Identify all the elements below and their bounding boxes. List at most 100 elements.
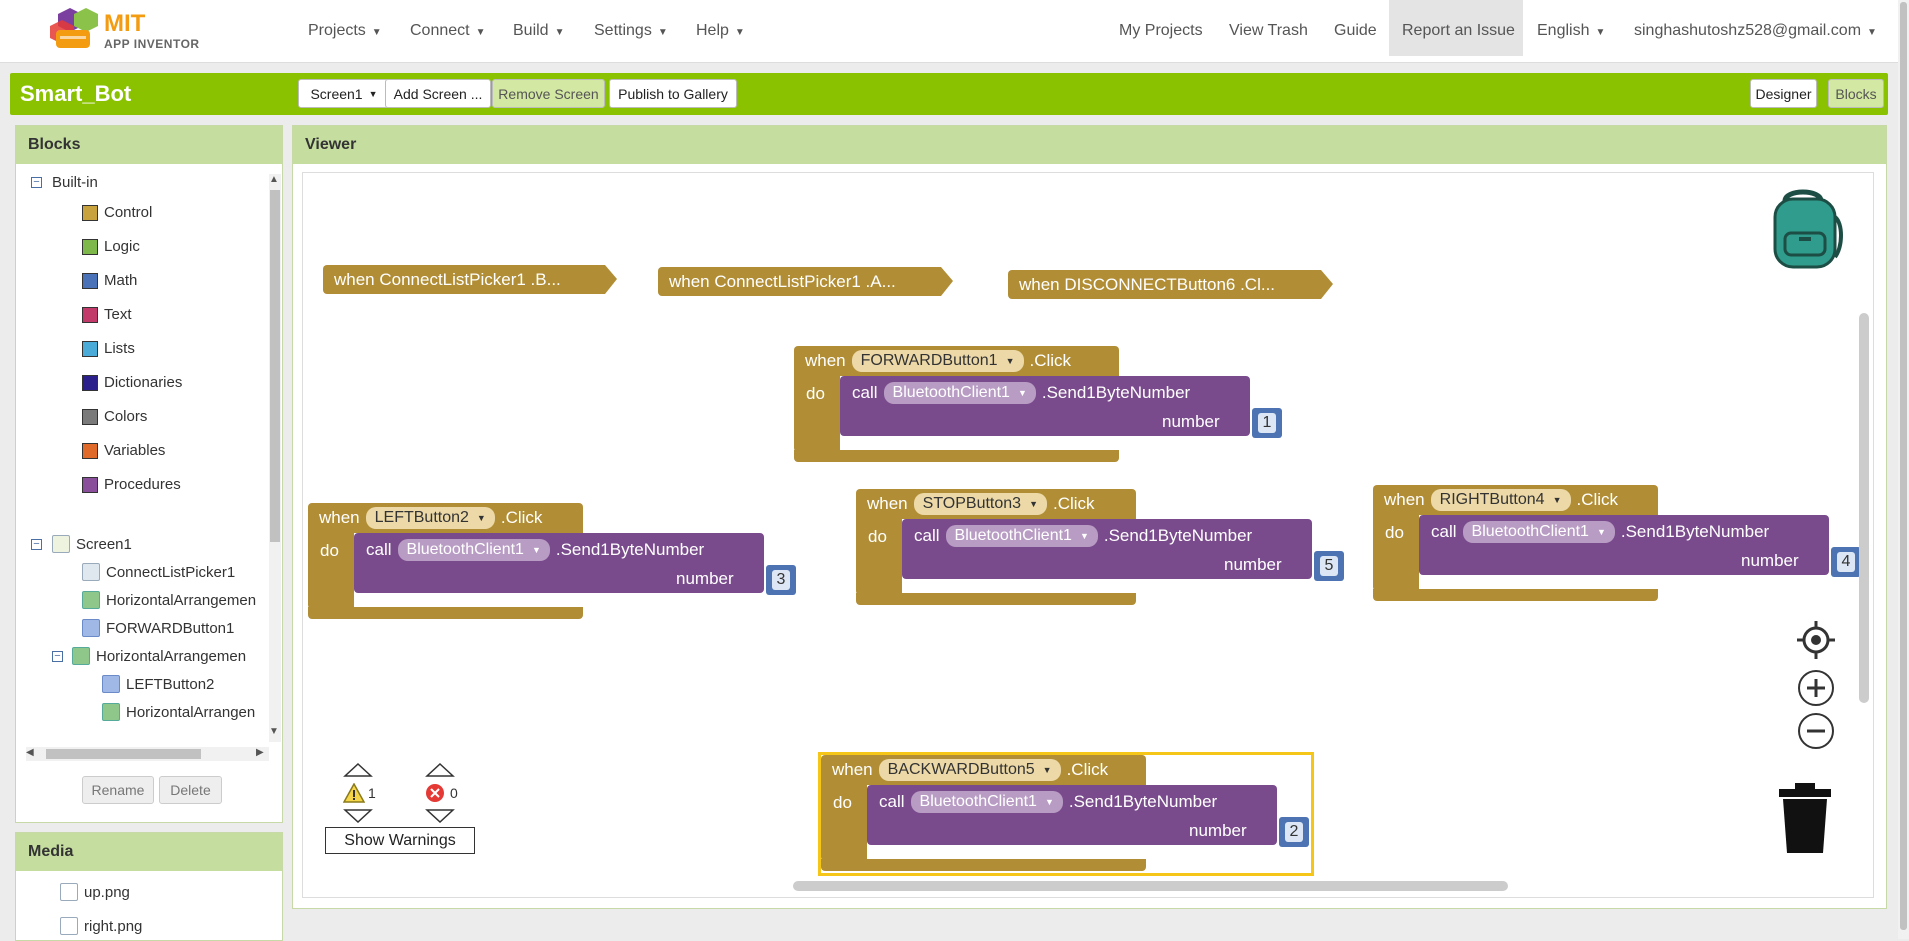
menu-help[interactable]: Help ▼: [696, 22, 745, 40]
number-value[interactable]: 1: [1258, 413, 1276, 433]
block-category-logic[interactable]: Logic: [82, 238, 140, 255]
add-screen-button[interactable]: Add Screen ...: [385, 79, 491, 108]
number-block[interactable]: 1: [1252, 408, 1282, 438]
tree-horizontalarrangement1[interactable]: HorizontalArrangemen: [82, 591, 256, 609]
event-footer: [308, 607, 583, 619]
publish-gallery-button[interactable]: Publish to Gallery: [609, 79, 737, 108]
block-category-procedures[interactable]: Procedures: [82, 476, 181, 493]
component-dropdown[interactable]: BACKWARDButton5 ▼: [878, 759, 1061, 781]
scrollbar-thumb[interactable]: [270, 190, 280, 542]
collapse-icon[interactable]: −: [52, 650, 63, 662]
collapsed-block-connectlistpicker-after[interactable]: when ConnectListPicker1 .A...: [658, 267, 941, 296]
report-issue-link[interactable]: Report an Issue: [1402, 22, 1515, 40]
right-click-handler[interactable]: when RIGHTButton4 ▼ .Click do call Bluetooth…: [1373, 485, 1863, 603]
block-category-dictionaries[interactable]: Dictionaries: [82, 374, 182, 391]
tree-forwardbutton1[interactable]: FORWARDButton1: [82, 619, 234, 637]
rename-button[interactable]: Rename: [82, 776, 154, 804]
delete-button[interactable]: Delete: [159, 776, 222, 804]
send-byte-call[interactable]: call BluetoothClient1 ▼ .Send1ByteNumber nu…: [354, 533, 764, 593]
block-category-math[interactable]: Math: [82, 272, 137, 289]
block-category-text[interactable]: Text: [82, 306, 132, 323]
tree-horizontal-scrollbar[interactable]: ◀ ▶: [26, 747, 269, 761]
language-menu[interactable]: English ▼: [1537, 22, 1605, 40]
workspace-horizontal-scrollbar[interactable]: [793, 881, 1508, 891]
scroll-down-icon[interactable]: ▼: [269, 726, 279, 737]
collapsed-block-connectlistpicker-before[interactable]: when ConnectListPicker1 .B...: [323, 265, 605, 294]
category-color-swatch: [82, 272, 98, 289]
tree-connectlistpicker1[interactable]: ConnectListPicker1: [82, 563, 235, 581]
component-dropdown[interactable]: STOPButton3 ▼: [913, 493, 1047, 515]
my-projects-link[interactable]: My Projects: [1119, 22, 1203, 40]
number-block[interactable]: 3: [766, 565, 796, 595]
account-menu[interactable]: singhashutoshz528@gmail.com ▼: [1634, 22, 1877, 40]
blocks-button[interactable]: Blocks: [1828, 79, 1884, 108]
number-value[interactable]: 3: [772, 570, 790, 590]
collapse-icon[interactable]: −: [31, 538, 42, 550]
send-byte-call[interactable]: call BluetoothClient1 ▼ .Send1ByteNumber nu…: [902, 519, 1312, 579]
component-dropdown[interactable]: FORWARDButton1 ▼: [851, 350, 1024, 372]
tree-vertical-scrollbar[interactable]: ▲ ▼: [269, 174, 281, 742]
zoom-in-icon[interactable]: [1797, 669, 1835, 707]
component-dropdown[interactable]: LEFTButton2 ▼: [365, 507, 495, 529]
stop-click-handler[interactable]: when STOPButton3 ▼ .Click do call BluetoothC…: [856, 489, 1346, 607]
number-block[interactable]: 4: [1831, 547, 1861, 577]
forward-click-handler[interactable]: when FORWARDButton1 ▼ .Click do call Bluetoo…: [794, 346, 1284, 464]
number-value[interactable]: 5: [1320, 556, 1338, 576]
number-value[interactable]: 4: [1837, 552, 1855, 572]
client-dropdown[interactable]: BluetoothClient1 ▼: [397, 539, 550, 561]
block-category-variables[interactable]: Variables: [82, 442, 165, 459]
guide-link[interactable]: Guide: [1334, 22, 1377, 40]
client-dropdown[interactable]: BluetoothClient1 ▼: [883, 382, 1036, 404]
screen-select[interactable]: Screen1 ▼: [298, 79, 390, 108]
page-scrollbar-thumb[interactable]: [1900, 2, 1907, 930]
component-dropdown[interactable]: RIGHTButton4 ▼: [1430, 489, 1571, 511]
collapsed-block-disconnect[interactable]: when DISCONNECTButton6 .Cl...: [1008, 270, 1321, 299]
tree-builtin[interactable]: − Built-in: [31, 174, 98, 191]
tree-horizontalarrangement2[interactable]: − HorizontalArrangemen: [52, 647, 246, 665]
collapse-icon[interactable]: −: [31, 177, 42, 188]
number-value[interactable]: 2: [1285, 822, 1303, 842]
page-scrollbar[interactable]: [1898, 0, 1909, 939]
blocks-workspace[interactable]: when ConnectListPicker1 .B... when Conne…: [302, 172, 1874, 898]
menu-build[interactable]: Build ▼: [513, 22, 564, 40]
menu-projects[interactable]: Projects ▼: [308, 22, 382, 40]
workspace-vertical-scrollbar[interactable]: [1859, 313, 1869, 703]
scroll-right-icon[interactable]: ▶: [256, 747, 264, 758]
client-dropdown[interactable]: BluetoothClient1 ▼: [945, 525, 1098, 547]
send-byte-call[interactable]: call BluetoothClient1 ▼ .Send1ByteNumber nu…: [1419, 515, 1829, 575]
app-inventor-logo[interactable]: MIT APP INVENTOR: [44, 4, 204, 56]
show-warnings-button[interactable]: Show Warnings: [325, 827, 475, 854]
scroll-left-icon[interactable]: ◀: [26, 747, 34, 758]
block-category-lists[interactable]: Lists: [82, 340, 135, 357]
client-dropdown[interactable]: BluetoothClient1 ▼: [910, 791, 1063, 813]
scroll-up-icon[interactable]: ▲: [269, 174, 279, 185]
send-byte-call[interactable]: call BluetoothClient1 ▼ .Send1ByteNumber nu…: [840, 376, 1250, 436]
remove-screen-button[interactable]: Remove Screen: [492, 79, 605, 108]
tree-screen1[interactable]: − Screen1: [31, 535, 132, 553]
menu-connect[interactable]: Connect ▼: [410, 22, 486, 40]
client-dropdown[interactable]: BluetoothClient1 ▼: [1462, 521, 1615, 543]
block-category-colors[interactable]: Colors: [82, 408, 147, 425]
menu-settings[interactable]: Settings ▼: [594, 22, 668, 40]
number-block[interactable]: 5: [1314, 551, 1344, 581]
scrollbar-thumb[interactable]: [46, 749, 201, 759]
media-file-up[interactable]: up.png: [60, 883, 130, 901]
send-byte-call[interactable]: call BluetoothClient1 ▼ .Send1ByteNumber nu…: [867, 785, 1277, 845]
backward-click-handler[interactable]: when BACKWARDButton5 ▼ .Click do call Blueto…: [818, 752, 1314, 876]
block-category-control[interactable]: Control: [82, 204, 152, 221]
backpack-icon[interactable]: [1763, 187, 1847, 271]
warning-next-icon[interactable]: [343, 809, 373, 823]
left-click-handler[interactable]: when LEFTButton2 ▼ .Click do call BluetoothC…: [308, 503, 798, 621]
recenter-icon[interactable]: [1797, 621, 1835, 659]
designer-button[interactable]: Designer: [1750, 79, 1817, 108]
trash-icon[interactable]: [1777, 783, 1833, 853]
tree-horizontalarrangement3[interactable]: HorizontalArrangen: [102, 703, 255, 721]
tree-leftbutton2[interactable]: LEFTButton2: [102, 675, 214, 693]
error-prev-icon[interactable]: [425, 763, 455, 777]
number-block[interactable]: 2: [1279, 817, 1309, 847]
zoom-out-icon[interactable]: [1797, 712, 1835, 750]
warning-prev-icon[interactable]: [343, 763, 373, 777]
view-trash-link[interactable]: View Trash: [1229, 22, 1308, 40]
media-file-right[interactable]: right.png: [60, 917, 142, 935]
error-next-icon[interactable]: [425, 809, 455, 823]
